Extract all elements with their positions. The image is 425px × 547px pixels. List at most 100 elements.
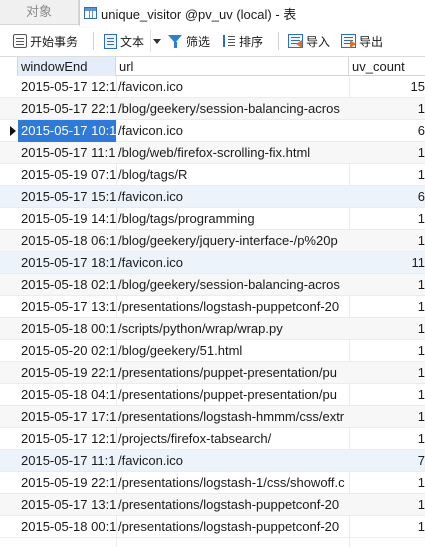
cell-url[interactable]: /presentations/logstash-1/css/showoff.c bbox=[116, 472, 349, 494]
row-header[interactable] bbox=[0, 186, 18, 208]
cell-window-end[interactable]: 2015-05-18 02:1 bbox=[18, 274, 116, 296]
cell-uv-count[interactable]: 1 bbox=[349, 494, 425, 516]
cell-url[interactable]: /blog/geekery/jquery-interface-/p%20p bbox=[116, 230, 349, 252]
cell-uv-count[interactable]: 6 bbox=[349, 120, 425, 142]
cell-uv-count[interactable]: 1 bbox=[349, 208, 425, 230]
cell-uv-count[interactable]: 1 bbox=[349, 142, 425, 164]
cell-uv-count[interactable]: 1 bbox=[349, 362, 425, 384]
cell-window-end[interactable]: 2015-05-18 06:1 bbox=[18, 230, 116, 252]
table-row[interactable]: 2015-05-17 11:1/blog/web/firefox-scrolli… bbox=[0, 142, 425, 164]
cell-uv-count[interactable]: 1 bbox=[349, 516, 425, 538]
cell-window-end[interactable]: 2015-05-17 17:1 bbox=[18, 406, 116, 428]
table-row[interactable]: 2015-05-17 13:1/presentations/logstash-p… bbox=[0, 494, 425, 516]
cell-uv-count[interactable]: 1 bbox=[349, 340, 425, 362]
cell-uv-count[interactable]: 1 bbox=[349, 164, 425, 186]
cell-url[interactable]: /projects/firefox-tabsearch/ bbox=[116, 428, 349, 450]
table-row[interactable]: 2015-05-17 10:1/favicon.ico 6 bbox=[0, 120, 425, 142]
row-header[interactable] bbox=[0, 516, 18, 538]
cell-uv-count[interactable]: 1 bbox=[349, 428, 425, 450]
cell-uv-count[interactable]: 1 bbox=[349, 318, 425, 340]
cell-url[interactable]: /presentations/logstash-puppetconf-20 bbox=[116, 494, 349, 516]
row-header[interactable] bbox=[0, 472, 18, 494]
cell-window-end[interactable]: 2015-05-17 11:1 bbox=[18, 450, 116, 472]
cell-window-end[interactable]: 2015-05-20 02:1 bbox=[18, 340, 116, 362]
row-header[interactable] bbox=[0, 208, 18, 230]
cell-url[interactable]: /blog/tags/programming bbox=[116, 208, 349, 230]
row-header[interactable] bbox=[0, 406, 18, 428]
table-row[interactable]: 2015-05-17 12:1/favicon.ico 15 bbox=[0, 76, 425, 98]
cell-window-end[interactable]: 2015-05-17 12:1 bbox=[18, 76, 116, 98]
row-header[interactable] bbox=[0, 340, 18, 362]
cell-window-end[interactable]: 2015-05-18 00:1 bbox=[18, 318, 116, 340]
cell-url[interactable]: /favicon.ico bbox=[116, 450, 349, 472]
table-row[interactable]: 2015-05-17 12:1/projects/firefox-tabsear… bbox=[0, 428, 425, 450]
table-row[interactable]: 2015-05-18 02:1/blog/geekery/session-bal… bbox=[0, 274, 425, 296]
cell-uv-count[interactable]: 1 bbox=[349, 98, 425, 120]
export-button[interactable]: 导出 bbox=[341, 30, 383, 52]
cell-window-end[interactable]: 2015-05-17 11:1 bbox=[18, 142, 116, 164]
tab-unique-visitor-table[interactable]: unique_visitor @pv_uv (local) - 表 bbox=[79, 0, 425, 26]
table-row[interactable]: 2015-05-17 11:1/favicon.ico 7 bbox=[0, 450, 425, 472]
column-header-uv-count[interactable]: uv_count bbox=[349, 57, 425, 76]
table-row[interactable]: 2015-05-17 22:1/blog/geekery/session-bal… bbox=[0, 98, 425, 120]
row-header[interactable] bbox=[0, 76, 18, 98]
table-row[interactable]: 2015-05-18 06:1/blog/geekery/jquery-inte… bbox=[0, 230, 425, 252]
cell-uv-count[interactable]: 6 bbox=[349, 186, 425, 208]
cell-window-end[interactable]: 2015-05-17 10:1 bbox=[18, 120, 116, 142]
text-view-button[interactable]: 文本 bbox=[104, 30, 144, 52]
cell-url[interactable]: /blog/geekery/session-balancing-acros bbox=[116, 98, 349, 120]
row-header[interactable] bbox=[0, 362, 18, 384]
begin-transaction-button[interactable]: 开始事务 bbox=[13, 30, 78, 52]
cell-window-end[interactable]: 2015-05-17 13:1 bbox=[18, 296, 116, 318]
cell-window-end[interactable]: 2015-05-17 12:1 bbox=[18, 428, 116, 450]
cell-url[interactable]: /presentations/logstash-puppetconf-20 bbox=[116, 296, 349, 318]
table-row[interactable]: 2015-05-17 17:1/presentations/logstash-h… bbox=[0, 406, 425, 428]
row-header[interactable] bbox=[0, 252, 18, 274]
table-row[interactable]: 2015-05-17 15:1/favicon.ico 6 bbox=[0, 186, 425, 208]
cell-url[interactable]: /blog/geekery/session-balancing-acros bbox=[116, 274, 349, 296]
cell-window-end[interactable]: 2015-05-17 15:1 bbox=[18, 186, 116, 208]
cell-window-end[interactable]: 2015-05-19 22:1 bbox=[18, 362, 116, 384]
cell-uv-count[interactable]: 1 bbox=[349, 296, 425, 318]
text-view-dropdown[interactable] bbox=[150, 30, 162, 52]
table-row[interactable]: 2015-05-18 04:1/presentations/puppet-pre… bbox=[0, 384, 425, 406]
cell-uv-count[interactable]: 1 bbox=[349, 406, 425, 428]
cell-window-end[interactable]: 2015-05-17 22:1 bbox=[18, 98, 116, 120]
cell-url[interactable]: /presentations/puppet-presentation/pu bbox=[116, 362, 349, 384]
column-header-windowend[interactable]: windowEnd bbox=[18, 57, 116, 76]
cell-url[interactable]: /scripts/python/wrap/wrap.py bbox=[116, 318, 349, 340]
cell-uv-count[interactable]: 11 bbox=[349, 252, 425, 274]
row-header[interactable] bbox=[0, 98, 18, 120]
table-row[interactable]: 2015-05-19 07:1/blog/tags/R 1 bbox=[0, 164, 425, 186]
tab-objects[interactable]: 对象 bbox=[0, 0, 79, 25]
cell-url[interactable]: /presentations/logstash-puppetconf-20 bbox=[116, 516, 349, 538]
cell-uv-count[interactable]: 15 bbox=[349, 76, 425, 98]
column-header-url[interactable]: url bbox=[116, 57, 349, 76]
row-header[interactable] bbox=[0, 120, 18, 142]
cell-url[interactable]: /favicon.ico bbox=[116, 186, 349, 208]
table-row[interactable]: 2015-05-19 22:1/presentations/puppet-pre… bbox=[0, 362, 425, 384]
sort-button[interactable]: 排序 bbox=[221, 30, 263, 52]
row-header[interactable] bbox=[0, 384, 18, 406]
cell-url[interactable]: /blog/web/firefox-scrolling-fix.html bbox=[116, 142, 349, 164]
cell-window-end[interactable]: 2015-05-19 07:1 bbox=[18, 164, 116, 186]
cell-uv-count[interactable]: 1 bbox=[349, 230, 425, 252]
cell-url[interactable]: /favicon.ico bbox=[116, 120, 349, 142]
table-row[interactable]: 2015-05-18 00:1/presentations/logstash-p… bbox=[0, 516, 425, 538]
cell-uv-count[interactable]: 1 bbox=[349, 274, 425, 296]
cell-url[interactable]: /presentations/puppet-presentation/pu bbox=[116, 384, 349, 406]
cell-url[interactable]: /favicon.ico bbox=[116, 252, 349, 274]
cell-uv-count[interactable]: 1 bbox=[349, 384, 425, 406]
import-button[interactable]: 导入 bbox=[288, 30, 330, 52]
cell-window-end[interactable]: 2015-05-19 14:1 bbox=[18, 208, 116, 230]
table-row[interactable]: 2015-05-17 18:1/favicon.ico 11 bbox=[0, 252, 425, 274]
table-row[interactable]: 2015-05-19 14:1/blog/tags/programming 1 bbox=[0, 208, 425, 230]
cell-url[interactable]: /favicon.ico bbox=[116, 76, 349, 98]
row-header[interactable] bbox=[0, 230, 18, 252]
cell-window-end[interactable]: 2015-05-18 00:1 bbox=[18, 516, 116, 538]
row-header[interactable] bbox=[0, 318, 18, 340]
cell-window-end[interactable]: 2015-05-17 13:1 bbox=[18, 494, 116, 516]
cell-uv-count[interactable]: 1 bbox=[349, 472, 425, 494]
table-row[interactable]: 2015-05-18 00:1/scripts/python/wrap/wrap… bbox=[0, 318, 425, 340]
filter-button[interactable]: 筛选 bbox=[168, 30, 210, 52]
